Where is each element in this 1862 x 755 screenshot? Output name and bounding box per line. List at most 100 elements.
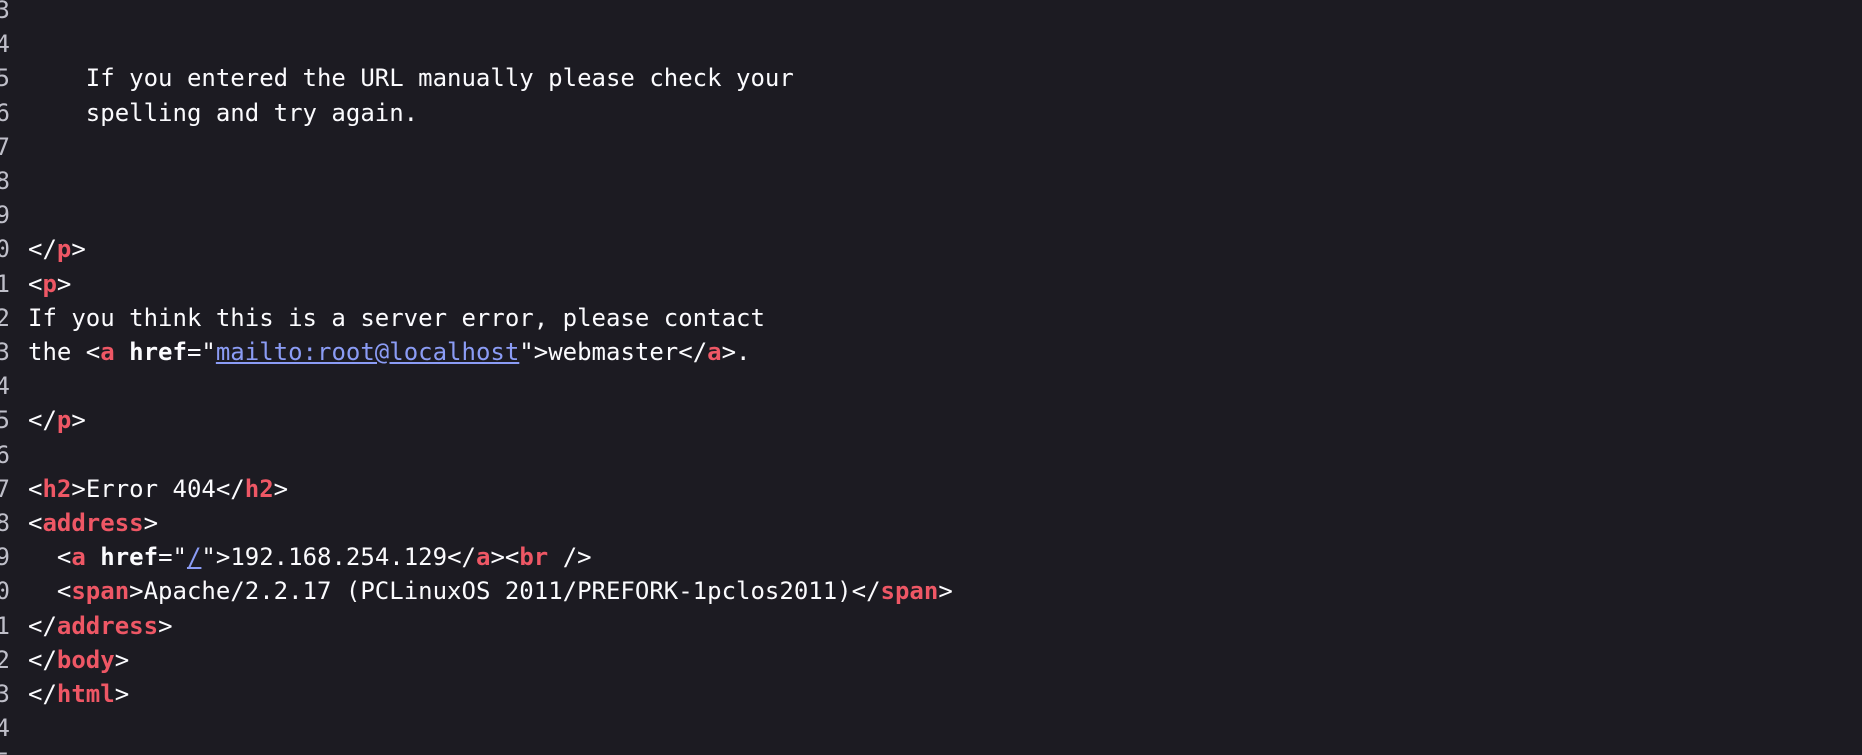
line-number: 5	[0, 406, 10, 435]
line-number: 6	[0, 440, 10, 469]
source-punctuation: <	[56, 543, 72, 572]
source-text: webmaster	[548, 338, 679, 366]
line-number: 0	[0, 577, 10, 606]
source-punctuation: <	[28, 509, 43, 537]
tag-name: br	[519, 543, 549, 572]
tag-name: body	[56, 645, 115, 674]
line-number: 5	[0, 745, 10, 755]
line-number: 7	[0, 132, 10, 161]
source-punctuation: </	[28, 406, 57, 435]
line-number: 9	[0, 543, 10, 572]
source-punctuation: <	[56, 577, 72, 606]
source-punctuation: </	[28, 680, 57, 708]
source-code: <span>Apache/2.2.17 (PCLinuxOS 2011/PREF…	[28, 574, 953, 608]
source-punctuation: </	[28, 645, 57, 674]
line-number: 4	[0, 372, 10, 401]
source-code: <address>	[28, 506, 158, 540]
line-number: 7	[0, 474, 10, 503]
source-punctuation: />	[548, 543, 592, 572]
line-number: 5	[0, 64, 10, 93]
source-punctuation: ="	[158, 543, 187, 572]
source-punctuation: >	[56, 269, 72, 298]
source-text: 192.168.254.129	[230, 543, 448, 572]
tag-name: p	[42, 269, 57, 298]
source-text: If you think this is a server error, ple…	[28, 303, 765, 332]
source-text	[28, 543, 57, 571]
attribute-name: href	[100, 543, 159, 572]
line-number: 1	[0, 611, 10, 640]
tag-name: a	[707, 338, 722, 366]
source-text	[86, 543, 100, 571]
source-code: If you entered the URL manually please c…	[28, 61, 794, 95]
source-punctuation: >	[273, 474, 289, 503]
source-punctuation: >	[71, 235, 86, 264]
line-number: 6	[0, 98, 10, 127]
source-code: </html>	[28, 677, 129, 711]
source-punctuation: ="	[186, 338, 216, 366]
source-code: If you think this is a server error, ple…	[28, 301, 765, 335]
tag-name: a	[475, 543, 491, 572]
line-number: 3	[0, 680, 10, 708]
tag-name: h2	[42, 474, 72, 503]
source-code: <h2>Error 404</h2>	[28, 472, 288, 506]
attribute-name: href	[129, 338, 187, 366]
line-number: 9	[0, 201, 10, 230]
source-punctuation: <	[28, 269, 43, 298]
source-punctuation: <	[85, 338, 101, 366]
source-link[interactable]: mailto:root@localhost	[216, 338, 519, 366]
tag-name: p	[56, 235, 72, 264]
line-number: 4	[0, 30, 10, 59]
source-code: <p>	[28, 267, 71, 301]
source-punctuation: >	[158, 611, 173, 640]
tag-name: a	[100, 338, 115, 366]
source-punctuation: >	[71, 406, 86, 435]
view-source-viewer: 3 4 5 If you entered the URL manually plea…	[0, 0, 1862, 755]
source-code: spelling and try again.	[28, 96, 418, 130]
source-punctuation: >.	[721, 338, 751, 366]
source-text: the	[28, 338, 86, 366]
source-punctuation: </	[851, 577, 881, 606]
source-punctuation: </	[447, 543, 476, 572]
source-text: Error 404	[85, 474, 216, 503]
line-number: 3	[0, 338, 10, 366]
source-punctuation: ">	[201, 543, 231, 572]
source-punctuation: >	[71, 474, 86, 503]
tag-name: html	[56, 680, 115, 708]
source-punctuation: >	[143, 509, 159, 537]
source-punctuation: </	[678, 338, 708, 366]
line-number: 3	[0, 0, 10, 24]
line-number: 8	[0, 509, 10, 537]
source-code: the <a href="mailto:root@localhost">webm…	[28, 335, 751, 369]
source-punctuation: <	[28, 474, 43, 503]
line-number: 1	[0, 269, 10, 298]
line-number: 8	[0, 167, 10, 195]
source-code: </p>	[28, 403, 86, 437]
source-punctuation: ">	[519, 338, 549, 366]
source-text: Apache/2.2.17 (PCLinuxOS 2011/PREFORK-1p…	[143, 577, 852, 606]
source-code: </p>	[28, 232, 86, 266]
source-code: </body>	[28, 643, 129, 677]
tag-name: p	[56, 406, 72, 435]
source-text	[28, 577, 57, 605]
source-punctuation: >	[938, 577, 953, 606]
tag-name: address	[56, 611, 159, 640]
tag-name: a	[71, 543, 86, 572]
line-number: 0	[0, 235, 10, 264]
source-text	[115, 338, 129, 366]
source-punctuation: >	[129, 577, 144, 606]
source-text: If you entered the URL manually please c…	[28, 64, 794, 93]
source-punctuation: ><	[490, 543, 520, 572]
tag-name: span	[880, 577, 939, 606]
source-punctuation: >	[114, 645, 130, 674]
source-text: spelling and try again.	[28, 98, 419, 127]
source-punctuation: </	[28, 235, 57, 264]
source-punctuation: >	[114, 680, 130, 708]
source-punctuation: </	[215, 474, 245, 503]
tag-name: h2	[244, 474, 274, 503]
line-number: 2	[0, 645, 10, 674]
line-number: 4	[0, 714, 10, 743]
source-link[interactable]: /	[187, 543, 201, 571]
tag-name: span	[71, 577, 130, 606]
source-punctuation: </	[28, 611, 57, 640]
tag-name: address	[42, 509, 144, 537]
